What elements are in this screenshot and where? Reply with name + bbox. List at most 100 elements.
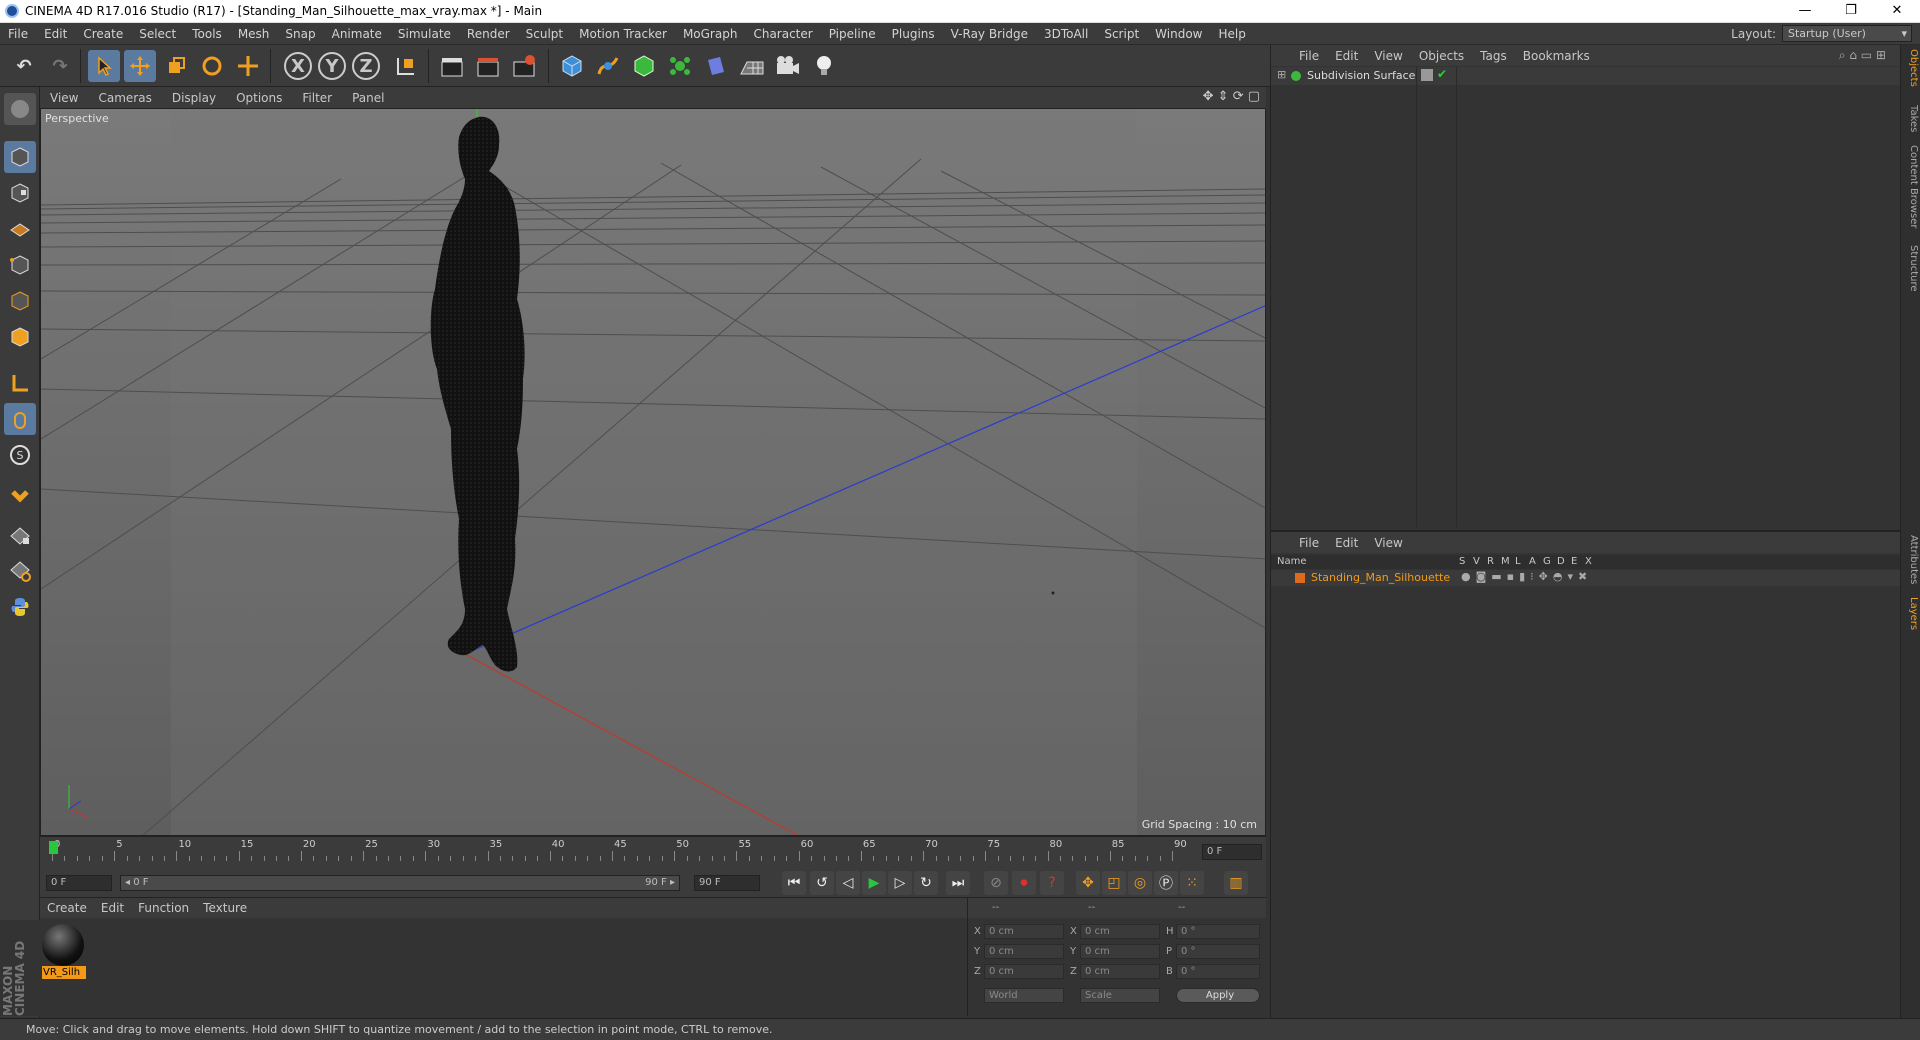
viewport-nav-icons[interactable]: ✥ ⇕ ⟳ ▢: [1203, 89, 1260, 104]
viewport-menu-display[interactable]: Display: [162, 91, 226, 105]
position-z-field[interactable]: 0 cm: [984, 964, 1064, 979]
position-y-field[interactable]: 0 cm: [984, 944, 1064, 959]
material-menu-function[interactable]: Function: [131, 901, 196, 915]
rotation-p-field[interactable]: 0 °: [1176, 944, 1260, 959]
objects-menu-edit[interactable]: Edit: [1327, 49, 1366, 63]
tab-attributes[interactable]: Attributes: [1903, 535, 1919, 584]
position-x-field[interactable]: 0 cm: [984, 924, 1064, 939]
timeline-window-button[interactable]: ▥: [1224, 871, 1248, 895]
snapping-button[interactable]: S: [4, 439, 36, 471]
viewport-menu-panel[interactable]: Panel: [342, 91, 394, 105]
autokey-button[interactable]: ?: [1040, 871, 1064, 895]
objects-menu-tags[interactable]: Tags: [1472, 49, 1515, 63]
magnet-tool-button[interactable]: [4, 483, 36, 515]
viewport-menu-filter[interactable]: Filter: [292, 91, 342, 105]
objects-search-home-icons[interactable]: ⌕ ⌂ ▭ ⊞: [1831, 48, 1894, 63]
size-y-field[interactable]: 0 cm: [1080, 944, 1160, 959]
layout-select[interactable]: Startup (User): [1782, 25, 1912, 42]
transform-tool-button[interactable]: [232, 50, 264, 82]
locked-workplane-button[interactable]: [4, 519, 36, 551]
menu-render[interactable]: Render: [459, 27, 518, 41]
menu-character[interactable]: Character: [745, 27, 820, 41]
layers-menu-view[interactable]: View: [1366, 536, 1410, 550]
start-frame-field[interactable]: 0 F: [46, 875, 112, 891]
prev-key-button[interactable]: ↺: [810, 871, 834, 895]
size-z-field[interactable]: 0 cm: [1080, 964, 1160, 979]
material-menu-texture[interactable]: Texture: [196, 901, 254, 915]
timeline-playhead[interactable]: [49, 841, 58, 854]
coordinate-system-button[interactable]: [390, 50, 422, 82]
key-scale-button[interactable]: ◰: [1102, 871, 1126, 895]
key-pla-button[interactable]: ⁙: [1180, 871, 1204, 895]
add-cube-button[interactable]: [556, 50, 588, 82]
objects-menu-objects[interactable]: Objects: [1411, 49, 1472, 63]
menu-mesh[interactable]: Mesh: [230, 27, 278, 41]
layer-flag-toggles[interactable]: ●◙▬▪▮⁝✥◓▾✖: [1461, 570, 1592, 583]
close-button[interactable]: ✕: [1874, 0, 1920, 23]
axis-mode-button[interactable]: [4, 367, 36, 399]
add-light-button[interactable]: [808, 50, 840, 82]
key-rotation-button[interactable]: ◎: [1128, 871, 1152, 895]
current-frame-field[interactable]: 0 F: [1202, 844, 1262, 860]
workplane-mode-button[interactable]: [4, 213, 36, 245]
edges-mode-button[interactable]: [4, 285, 36, 317]
material-menu-edit[interactable]: Edit: [94, 901, 131, 915]
tab-takes[interactable]: Takes: [1903, 105, 1919, 132]
texture-mode-button[interactable]: [4, 177, 36, 209]
model-mode-button[interactable]: [4, 141, 36, 173]
end-frame-field[interactable]: 90 F: [694, 875, 760, 891]
python-button[interactable]: [4, 591, 36, 623]
rotation-b-field[interactable]: 0 °: [1176, 964, 1260, 979]
menu-animate[interactable]: Animate: [324, 27, 390, 41]
menu-window[interactable]: Window: [1147, 27, 1210, 41]
next-key-button[interactable]: ↻: [914, 871, 938, 895]
record-keys-button[interactable]: ⊘: [984, 871, 1008, 895]
play-button[interactable]: ▶: [862, 871, 886, 895]
render-settings-button[interactable]: [508, 50, 540, 82]
menu-file[interactable]: File: [0, 27, 36, 41]
viewport-menu-cameras[interactable]: Cameras: [88, 91, 161, 105]
scale-tool-button[interactable]: [160, 50, 192, 82]
menu-vray-bridge[interactable]: V-Ray Bridge: [943, 27, 1036, 41]
tab-content-browser[interactable]: Content Browser: [1903, 145, 1919, 228]
add-camera-button[interactable]: [772, 50, 804, 82]
menu-select[interactable]: Select: [131, 27, 184, 41]
y-axis-lock-button[interactable]: Y: [318, 52, 346, 80]
apply-button[interactable]: Apply: [1176, 988, 1260, 1003]
objects-menu-view[interactable]: View: [1366, 49, 1410, 63]
menu-script[interactable]: Script: [1096, 27, 1147, 41]
menu-help[interactable]: Help: [1210, 27, 1253, 41]
3d-viewport[interactable]: Perspective Grid Spacing : 10 cm: [40, 108, 1266, 836]
layers-menu-edit[interactable]: Edit: [1327, 536, 1366, 550]
size-mode-select[interactable]: Scale: [1080, 988, 1160, 1003]
rotation-h-field[interactable]: 0 °: [1176, 924, 1260, 939]
coordinate-mode-select[interactable]: World: [984, 988, 1064, 1003]
layer-row[interactable]: Standing_Man_Silhouette ●◙▬▪▮⁝✥◓▾✖: [1271, 570, 1900, 586]
viewport-menu-options[interactable]: Options: [226, 91, 292, 105]
tweak-mode-button[interactable]: [4, 403, 36, 435]
polygons-mode-button[interactable]: [4, 321, 36, 353]
render-view-button[interactable]: [436, 50, 468, 82]
z-axis-lock-button[interactable]: Z: [352, 52, 380, 80]
layer-color-swatch[interactable]: [1295, 573, 1305, 583]
x-axis-lock-button[interactable]: X: [284, 52, 312, 80]
enabled-check-icon[interactable]: ✔: [1437, 67, 1447, 81]
render-picture-viewer-button[interactable]: [472, 50, 504, 82]
planar-workplane-button[interactable]: [4, 555, 36, 587]
add-generator-button[interactable]: [628, 50, 660, 82]
menu-tools[interactable]: Tools: [184, 27, 230, 41]
next-frame-button[interactable]: ▷: [888, 871, 912, 895]
goto-end-button[interactable]: ⏭: [946, 871, 970, 895]
viewport-menu-view[interactable]: View: [40, 91, 88, 105]
add-spline-button[interactable]: [592, 50, 624, 82]
record-button[interactable]: ⏺: [1012, 871, 1036, 895]
redo-button[interactable]: ↷: [44, 50, 76, 82]
menu-pipeline[interactable]: Pipeline: [821, 27, 884, 41]
menu-sculpt[interactable]: Sculpt: [518, 27, 571, 41]
tab-objects[interactable]: Objects: [1903, 49, 1919, 87]
menu-mograph[interactable]: MoGraph: [675, 27, 746, 41]
material-swatch[interactable]: VR_Silh: [42, 924, 86, 980]
minimize-button[interactable]: —: [1782, 0, 1828, 23]
menu-simulate[interactable]: Simulate: [390, 27, 459, 41]
rotate-tool-button[interactable]: [196, 50, 228, 82]
